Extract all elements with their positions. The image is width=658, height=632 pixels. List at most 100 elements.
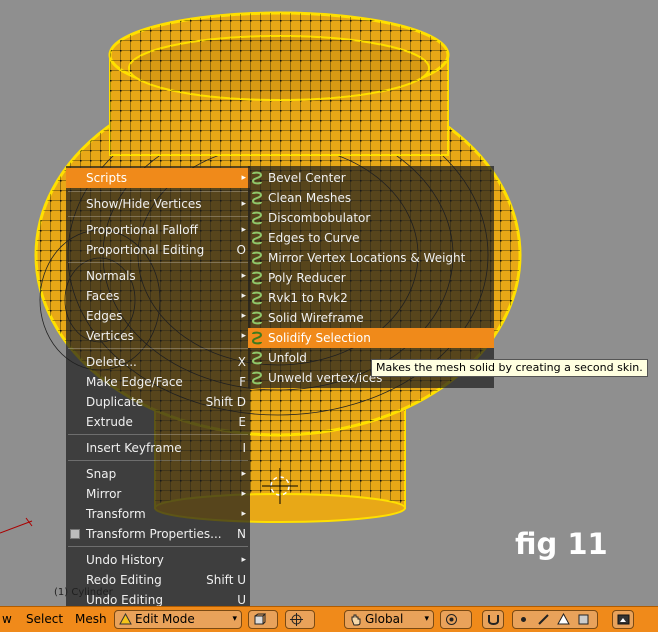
menu-item-label: Bevel Center bbox=[268, 171, 346, 185]
script-discombobulator[interactable]: Discombobulator bbox=[248, 208, 494, 228]
menu-item-label: Show/Hide Vertices bbox=[86, 197, 202, 211]
menu-item-vertices[interactable]: Vertices ▸ bbox=[66, 326, 250, 346]
draw-type-selector[interactable] bbox=[248, 610, 278, 629]
menu-item-label: Extrude bbox=[86, 415, 133, 429]
menu-separator bbox=[68, 348, 248, 349]
script-bevel-center[interactable]: Bevel Center bbox=[248, 168, 494, 188]
menu-item-shortcut: F bbox=[239, 375, 246, 389]
menu-item-snap[interactable]: Snap ▸ bbox=[66, 464, 250, 484]
menu-item-label: Insert Keyframe bbox=[86, 441, 182, 455]
menu-item-label: Solid Wireframe bbox=[268, 311, 364, 325]
menu-item-normals[interactable]: Normals ▸ bbox=[66, 266, 250, 286]
menu-item-transform[interactable]: Transform ▸ bbox=[66, 504, 250, 524]
menu-item-label: Edges bbox=[86, 309, 123, 323]
script-edges-to-curve[interactable]: Edges to Curve bbox=[248, 228, 494, 248]
scripts-submenu: Bevel Center Clean Meshes Discombobulato… bbox=[248, 166, 494, 388]
mesh-top-neck bbox=[108, 11, 450, 156]
menu-item-label: Duplicate bbox=[86, 395, 144, 409]
menu-item-extrude[interactable]: Extrude E bbox=[66, 412, 250, 432]
occlude-geometry-icon[interactable] bbox=[577, 613, 590, 626]
menu-item-edges[interactable]: Edges ▸ bbox=[66, 306, 250, 326]
python-script-icon bbox=[251, 371, 263, 385]
script-solid-wireframe[interactable]: Solid Wireframe bbox=[248, 308, 494, 328]
menu-item-transform-properties[interactable]: Transform Properties... N bbox=[66, 524, 250, 544]
python-script-icon bbox=[251, 231, 263, 245]
mesh-menu: Scripts ▸ Show/Hide Vertices ▸ Proportio… bbox=[66, 166, 250, 608]
pivot-selector[interactable] bbox=[285, 610, 315, 629]
cube-icon bbox=[254, 613, 266, 625]
proportional-edit-icon bbox=[446, 614, 457, 625]
menu-item-mirror[interactable]: Mirror ▸ bbox=[66, 484, 250, 504]
menu-item-shortcut: X bbox=[237, 355, 246, 369]
python-script-icon bbox=[251, 351, 263, 365]
script-mirror-vertex-locations[interactable]: Mirror Vertex Locations & Weight bbox=[248, 248, 494, 268]
menu-item-label: Edges to Curve bbox=[268, 231, 360, 245]
menu-item-label: Vertices bbox=[86, 329, 134, 343]
select-mode-group[interactable] bbox=[512, 610, 598, 629]
submenu-arrow-icon: ▸ bbox=[241, 271, 246, 281]
menu-item-label: Normals bbox=[86, 269, 136, 283]
orientation-label: Global bbox=[365, 612, 404, 626]
python-script-icon bbox=[251, 171, 263, 185]
menu-item-label: Unfold bbox=[268, 351, 307, 365]
edge-select-icon[interactable] bbox=[537, 613, 550, 626]
menu-item-proportional-falloff[interactable]: Proportional Falloff ▸ bbox=[66, 220, 250, 240]
menu-item-duplicate[interactable]: Duplicate Shift D bbox=[66, 392, 250, 412]
snap-button[interactable] bbox=[482, 610, 504, 629]
chevron-down-icon: ▾ bbox=[232, 614, 237, 624]
python-script-icon bbox=[251, 211, 263, 225]
submenu-arrow-icon: ▸ bbox=[241, 555, 246, 565]
menu-item-make-edge-face[interactable]: Make Edge/Face F bbox=[66, 372, 250, 392]
vertex-select-icon[interactable] bbox=[517, 613, 530, 626]
menu-item-undo-history[interactable]: Undo History ▸ bbox=[66, 550, 250, 570]
pivot-icon bbox=[290, 613, 303, 626]
menu-item-label: Undo Editing bbox=[86, 593, 163, 607]
menu-item-delete[interactable]: Delete... X bbox=[66, 352, 250, 372]
axis-indicator bbox=[0, 517, 33, 534]
render-button[interactable] bbox=[612, 610, 634, 629]
python-script-icon bbox=[251, 271, 263, 285]
menu-item-label: Snap bbox=[86, 467, 117, 481]
menu-item-insert-keyframe[interactable]: Insert Keyframe I bbox=[66, 438, 250, 458]
menu-separator bbox=[68, 434, 248, 435]
menu-item-label: Faces bbox=[86, 289, 120, 303]
submenu-arrow-icon: ▸ bbox=[241, 311, 246, 321]
menu-item-proportional-editing[interactable]: Proportional Editing O bbox=[66, 240, 250, 260]
mesh-menu-button[interactable]: Mesh bbox=[75, 612, 107, 626]
menu-item-label: Transform Properties... bbox=[86, 527, 222, 541]
submenu-arrow-icon: ▸ bbox=[241, 509, 246, 519]
proportional-edit-button[interactable] bbox=[440, 610, 472, 629]
mode-label: Edit Mode bbox=[135, 612, 195, 626]
menu-item-label: Delete... bbox=[86, 355, 137, 369]
menu-item-show-hide-vertices[interactable]: Show/Hide Vertices ▸ bbox=[66, 194, 250, 214]
submenu-arrow-icon: ▸ bbox=[241, 489, 246, 499]
edit-mode-icon bbox=[119, 613, 132, 625]
mode-selector[interactable]: Edit Mode ▾ bbox=[114, 610, 242, 629]
submenu-arrow-icon: ▸ bbox=[241, 225, 246, 235]
menu-item-label: Unweld vertex/ices bbox=[268, 371, 383, 385]
script-solidify-selection[interactable]: Solidify Selection bbox=[248, 328, 494, 348]
menu-item-faces[interactable]: Faces ▸ bbox=[66, 286, 250, 306]
menu-item-label: Undo History bbox=[86, 553, 164, 567]
submenu-arrow-icon: ▸ bbox=[241, 331, 246, 341]
view-menu[interactable]: w bbox=[2, 612, 12, 626]
script-rvk1-to-rvk2[interactable]: Rvk1 to Rvk2 bbox=[248, 288, 494, 308]
render-icon bbox=[617, 614, 630, 625]
face-select-icon[interactable] bbox=[557, 613, 570, 626]
chevron-down-icon: ▾ bbox=[424, 614, 429, 624]
submenu-arrow-icon: ▸ bbox=[241, 291, 246, 301]
select-menu[interactable]: Select bbox=[26, 612, 63, 626]
submenu-arrow-icon: ▸ bbox=[241, 469, 246, 479]
transform-orientation-selector[interactable]: Global ▾ bbox=[344, 610, 434, 629]
menu-separator bbox=[68, 460, 248, 461]
menu-separator bbox=[68, 262, 248, 263]
hand-icon bbox=[351, 614, 361, 626]
script-poly-reducer[interactable]: Poly Reducer bbox=[248, 268, 494, 288]
menu-item-redo-editing[interactable]: Redo Editing Shift U bbox=[66, 570, 250, 590]
menu-item-label: Scripts bbox=[86, 171, 128, 185]
magnet-icon bbox=[488, 615, 499, 625]
menu-item-scripts[interactable]: Scripts ▸ bbox=[66, 168, 250, 188]
script-clean-meshes[interactable]: Clean Meshes bbox=[248, 188, 494, 208]
menu-item-shortcut: E bbox=[238, 415, 246, 429]
figure-label: fig 11 bbox=[515, 527, 608, 561]
